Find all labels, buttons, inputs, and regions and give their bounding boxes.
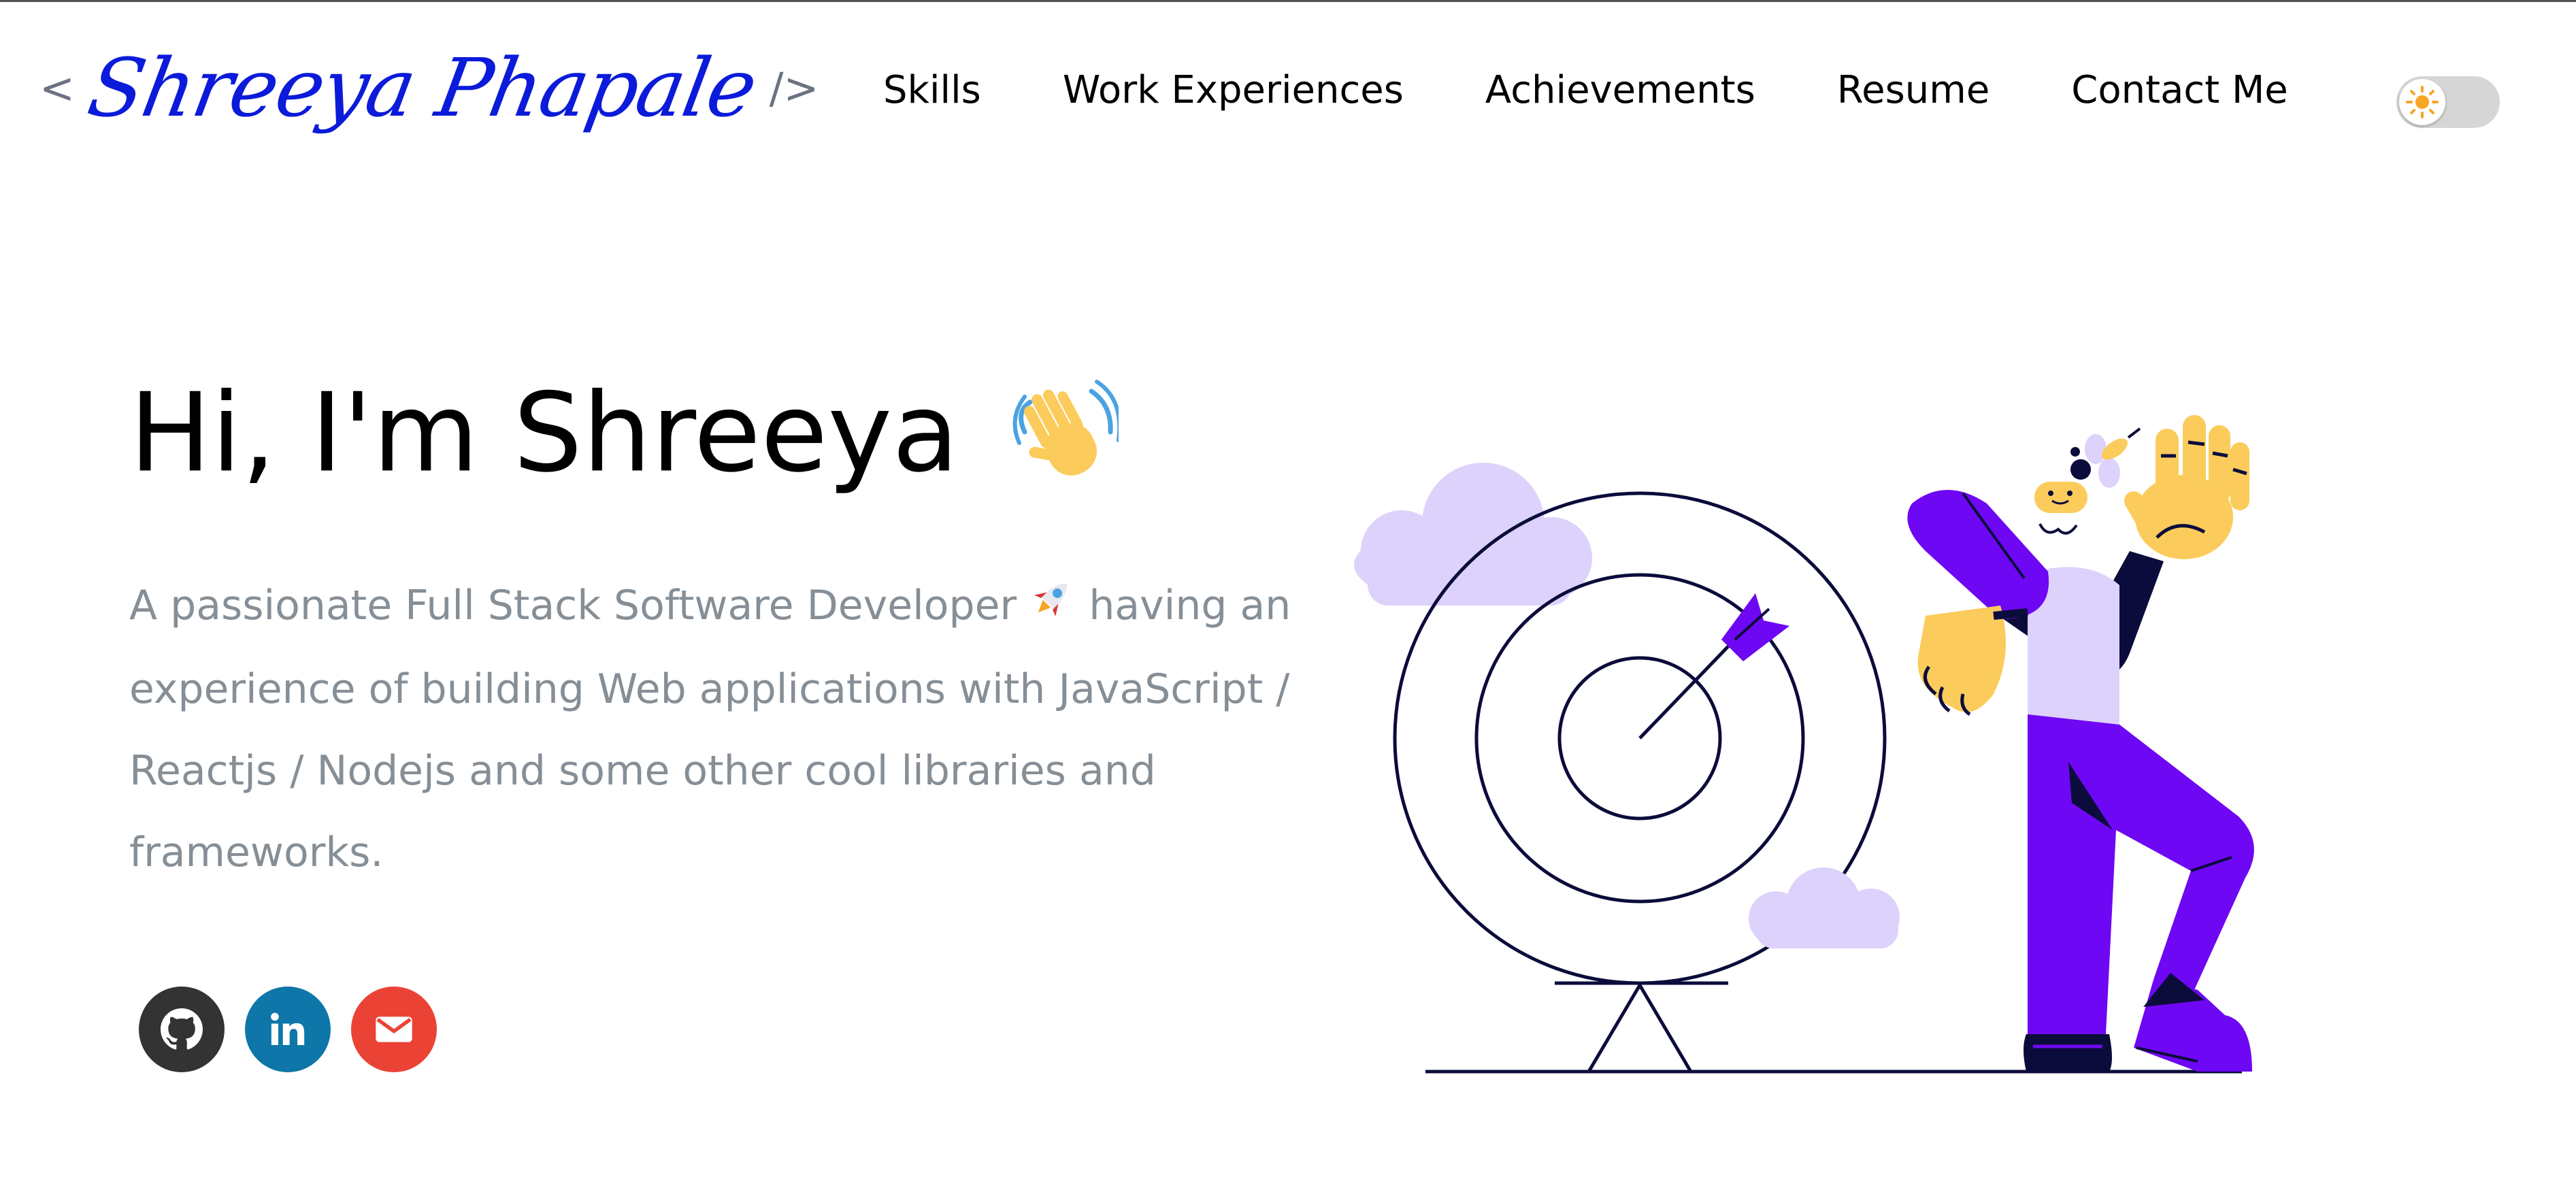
linkedin-icon — [271, 1012, 305, 1045]
logo-open-bracket: < — [39, 63, 75, 113]
theme-toggle[interactable] — [2396, 76, 2500, 128]
hero-greeting: Hi, I'm Shreeya — [129, 378, 1122, 503]
toggle-knob — [2399, 79, 2445, 125]
site-logo[interactable]: < Shreeya Phapale /> — [39, 41, 819, 135]
target-stand — [1425, 981, 2242, 1074]
dart-icon — [1638, 593, 1789, 740]
waving-hand-icon — [1010, 378, 1122, 503]
github-link[interactable] — [139, 987, 225, 1072]
raised-hand — [2124, 415, 2249, 559]
social-links — [139, 987, 457, 1072]
top-border — [0, 0, 2576, 2]
main-nav: Skills Work Experiences Achievements Res… — [883, 71, 2370, 110]
nav-contact-me[interactable]: Contact Me — [2071, 71, 2288, 110]
rocket-icon — [1029, 567, 1076, 648]
email-icon — [376, 1016, 412, 1042]
nav-work-experiences[interactable]: Work Experiences — [1063, 71, 1404, 110]
intro-text-start: A passionate Full Stack Software Develop… — [129, 582, 1017, 629]
bee-icon — [2085, 427, 2141, 488]
nav-resume[interactable]: Resume — [1837, 71, 1990, 110]
linkedin-link[interactable] — [245, 987, 331, 1072]
nav-achievements[interactable]: Achievements — [1485, 71, 1755, 110]
cloud-small — [1749, 867, 1900, 948]
greeting-text: Hi, I'm Shreeya — [129, 369, 959, 497]
character-head — [2034, 447, 2091, 535]
sun-icon — [2406, 86, 2439, 118]
hero-intro: A passionate Full Stack Software Develop… — [129, 565, 1300, 893]
logo-name: Shreeya Phapale — [81, 41, 763, 135]
email-link[interactable] — [351, 987, 437, 1072]
cloud-large — [1354, 463, 1592, 606]
logo-close-bracket: /> — [769, 63, 819, 113]
hero-illustration — [1320, 354, 2313, 1091]
github-icon — [161, 1008, 203, 1050]
nav-skills[interactable]: Skills — [883, 71, 981, 110]
